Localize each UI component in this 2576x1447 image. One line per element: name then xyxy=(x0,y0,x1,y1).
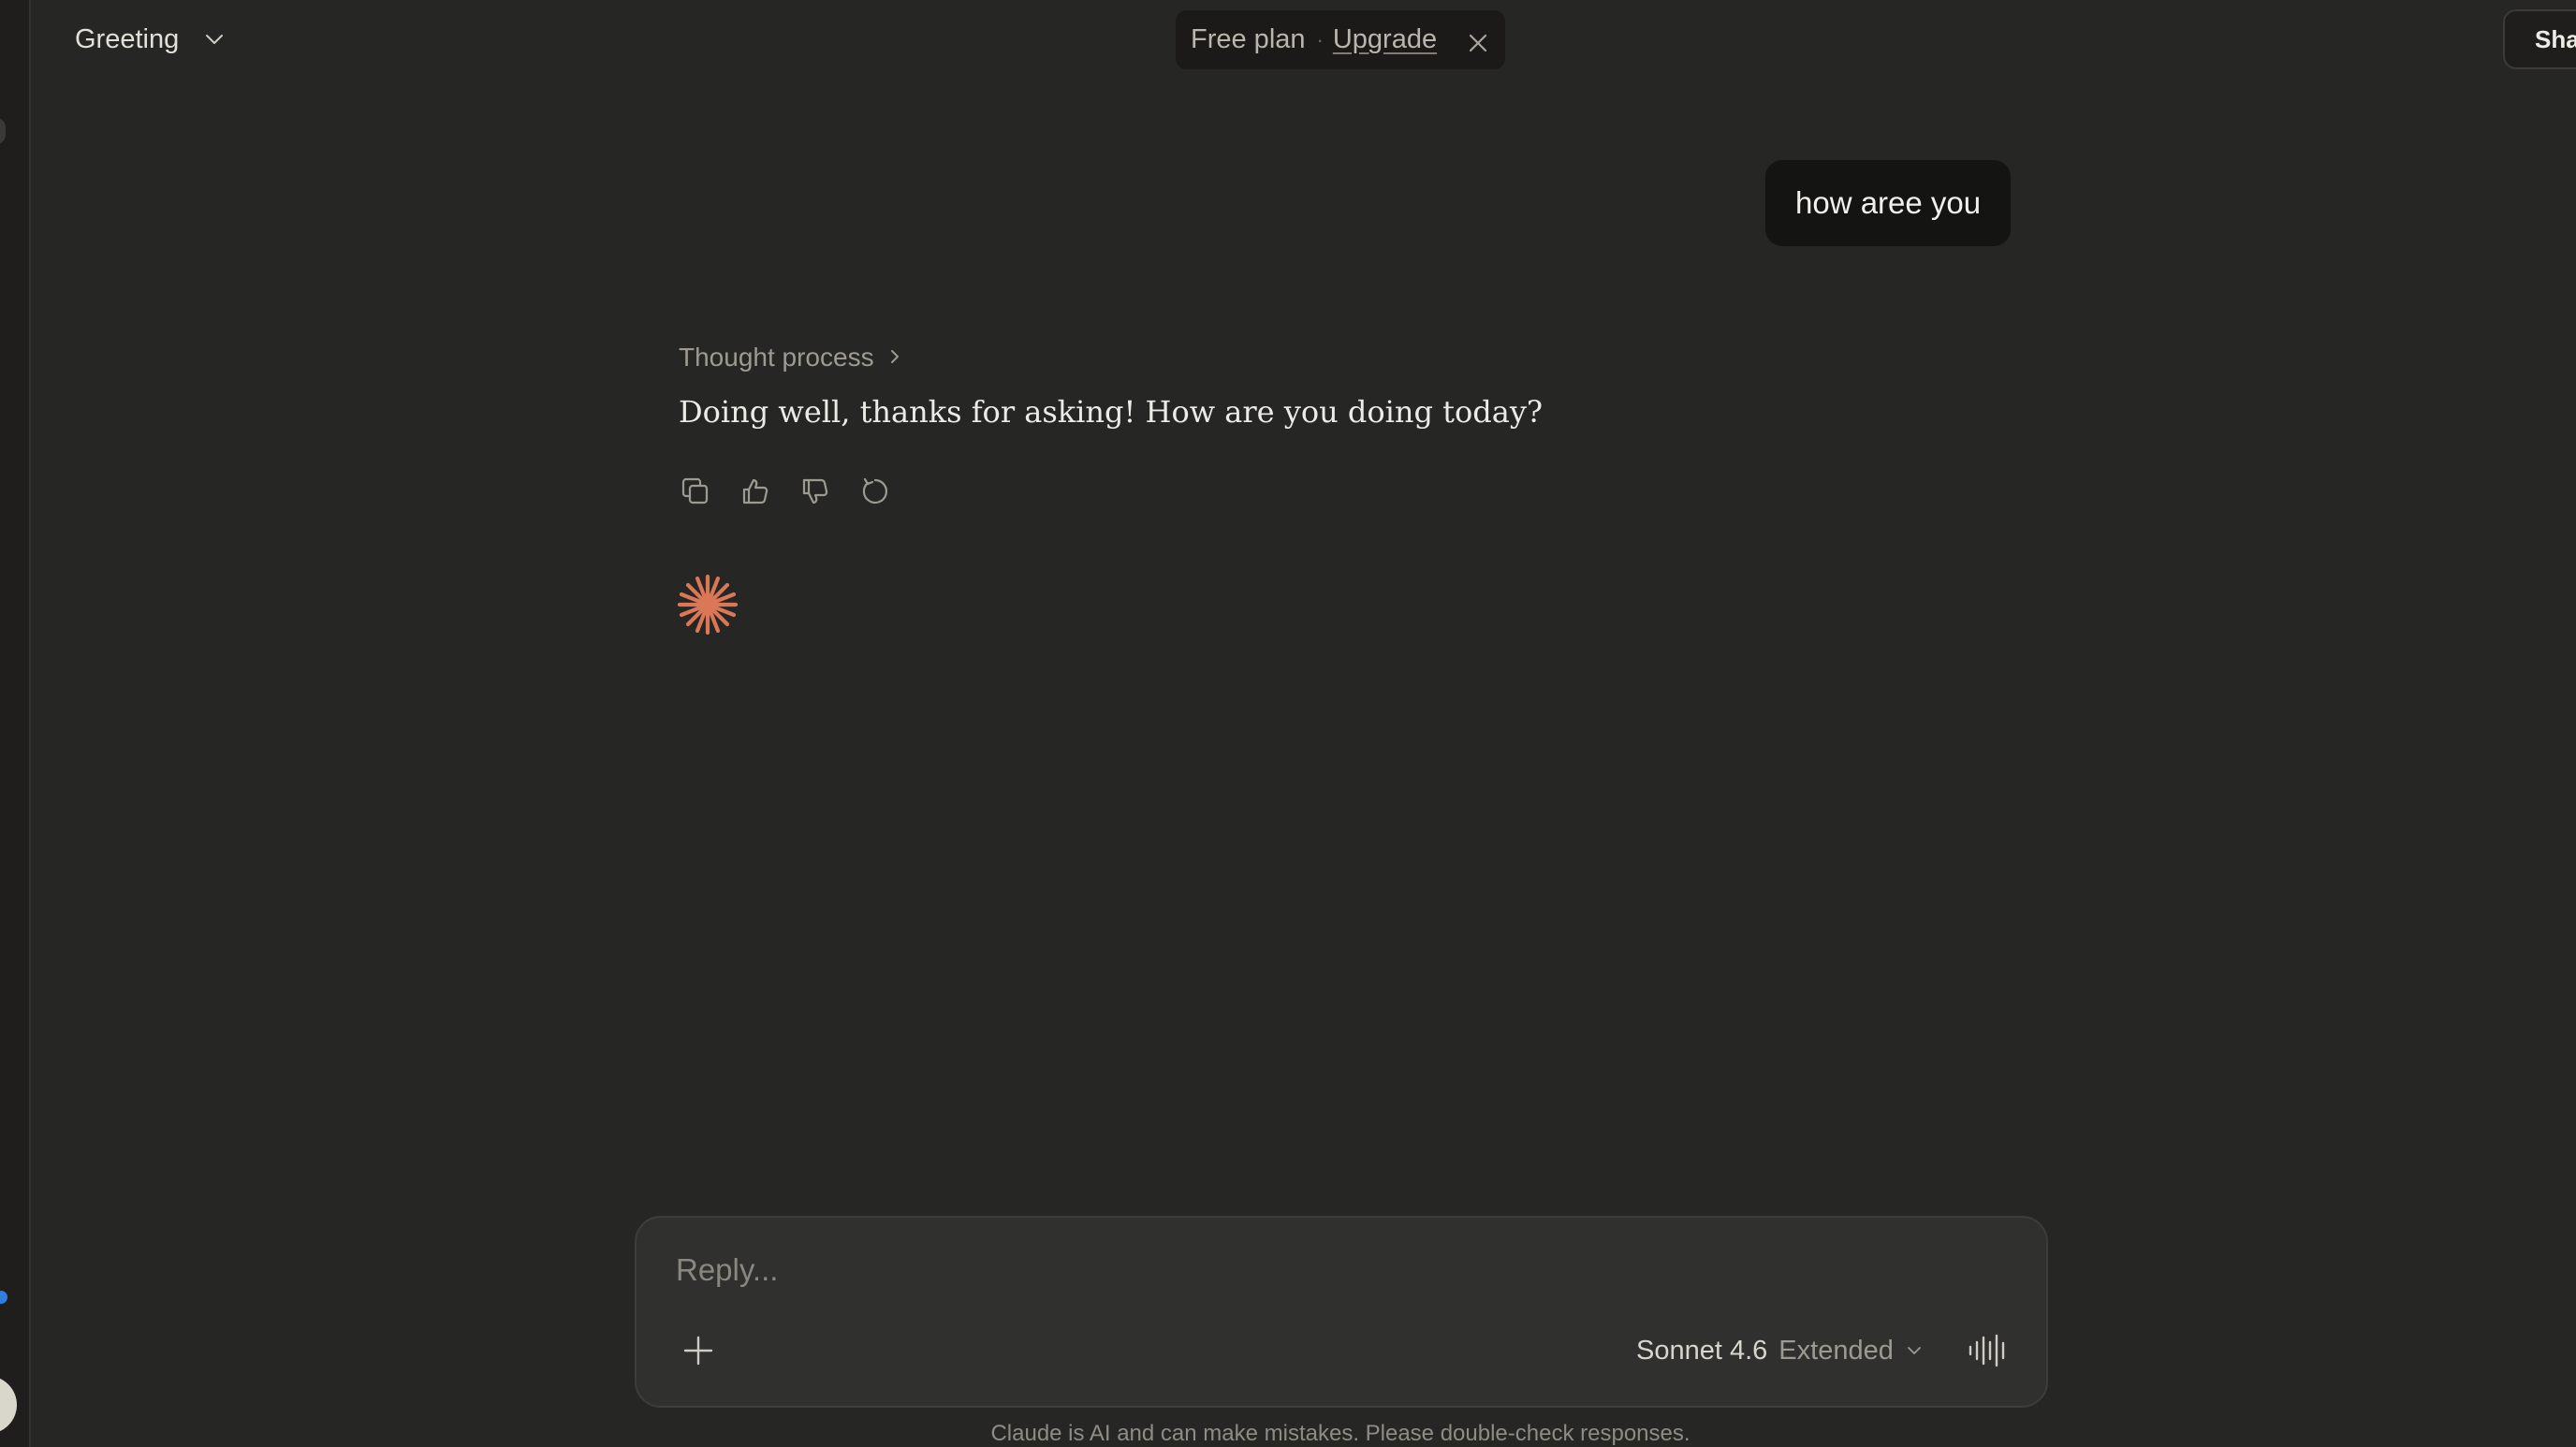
thought-process-toggle[interactable]: Thought process xyxy=(679,339,902,376)
user-message: how aree you xyxy=(1765,160,2012,246)
claude-spark-icon xyxy=(676,573,739,636)
plan-label: Free plan xyxy=(1191,24,1306,54)
chevron-down-icon xyxy=(203,28,226,51)
retry-icon[interactable] xyxy=(857,474,893,509)
plan-banner: Free plan · Upgrade xyxy=(1176,10,1505,69)
message-actions xyxy=(678,474,893,509)
chevron-down-icon xyxy=(1907,1347,1921,1354)
sidebar-collapsed xyxy=(0,0,31,1447)
voice-waveform-icon xyxy=(1969,1334,2005,1367)
disclaimer-text: Claude is AI and can make mistakes. Plea… xyxy=(990,1421,1690,1446)
voice-button[interactable] xyxy=(1966,1328,2011,1373)
reply-input[interactable] xyxy=(674,1246,1988,1294)
model-mode: Extended xyxy=(1778,1335,1894,1366)
model-selector[interactable]: Sonnet 4.6 Extended xyxy=(1636,1332,1924,1369)
model-name: Sonnet 4.6 xyxy=(1636,1335,1768,1366)
thought-process-label: Thought process xyxy=(679,343,874,372)
upgrade-link[interactable]: Upgrade xyxy=(1333,24,1437,55)
chat-title-menu[interactable]: Greeting xyxy=(75,21,226,58)
assistant-message: Doing well, thanks for asking! How are y… xyxy=(679,394,1544,430)
chevron-right-icon xyxy=(887,343,902,373)
plus-icon xyxy=(683,1336,713,1366)
plan-separator: · xyxy=(1316,27,1324,51)
add-button[interactable] xyxy=(678,1330,719,1371)
share-button[interactable]: Share xyxy=(2503,9,2576,69)
chat-title: Greeting xyxy=(75,23,180,54)
copy-icon[interactable] xyxy=(678,474,713,509)
sidebar-toggle-handle[interactable] xyxy=(0,118,6,144)
thumbs-down-icon[interactable] xyxy=(798,474,833,509)
notification-dot xyxy=(0,1291,7,1304)
close-icon[interactable] xyxy=(1468,30,1488,52)
message-composer: Sonnet 4.6 Extended xyxy=(635,1216,2048,1408)
claude-app: Greeting Free plan · Upgrade Share how a… xyxy=(0,0,2576,1447)
thumbs-up-icon[interactable] xyxy=(738,474,773,509)
